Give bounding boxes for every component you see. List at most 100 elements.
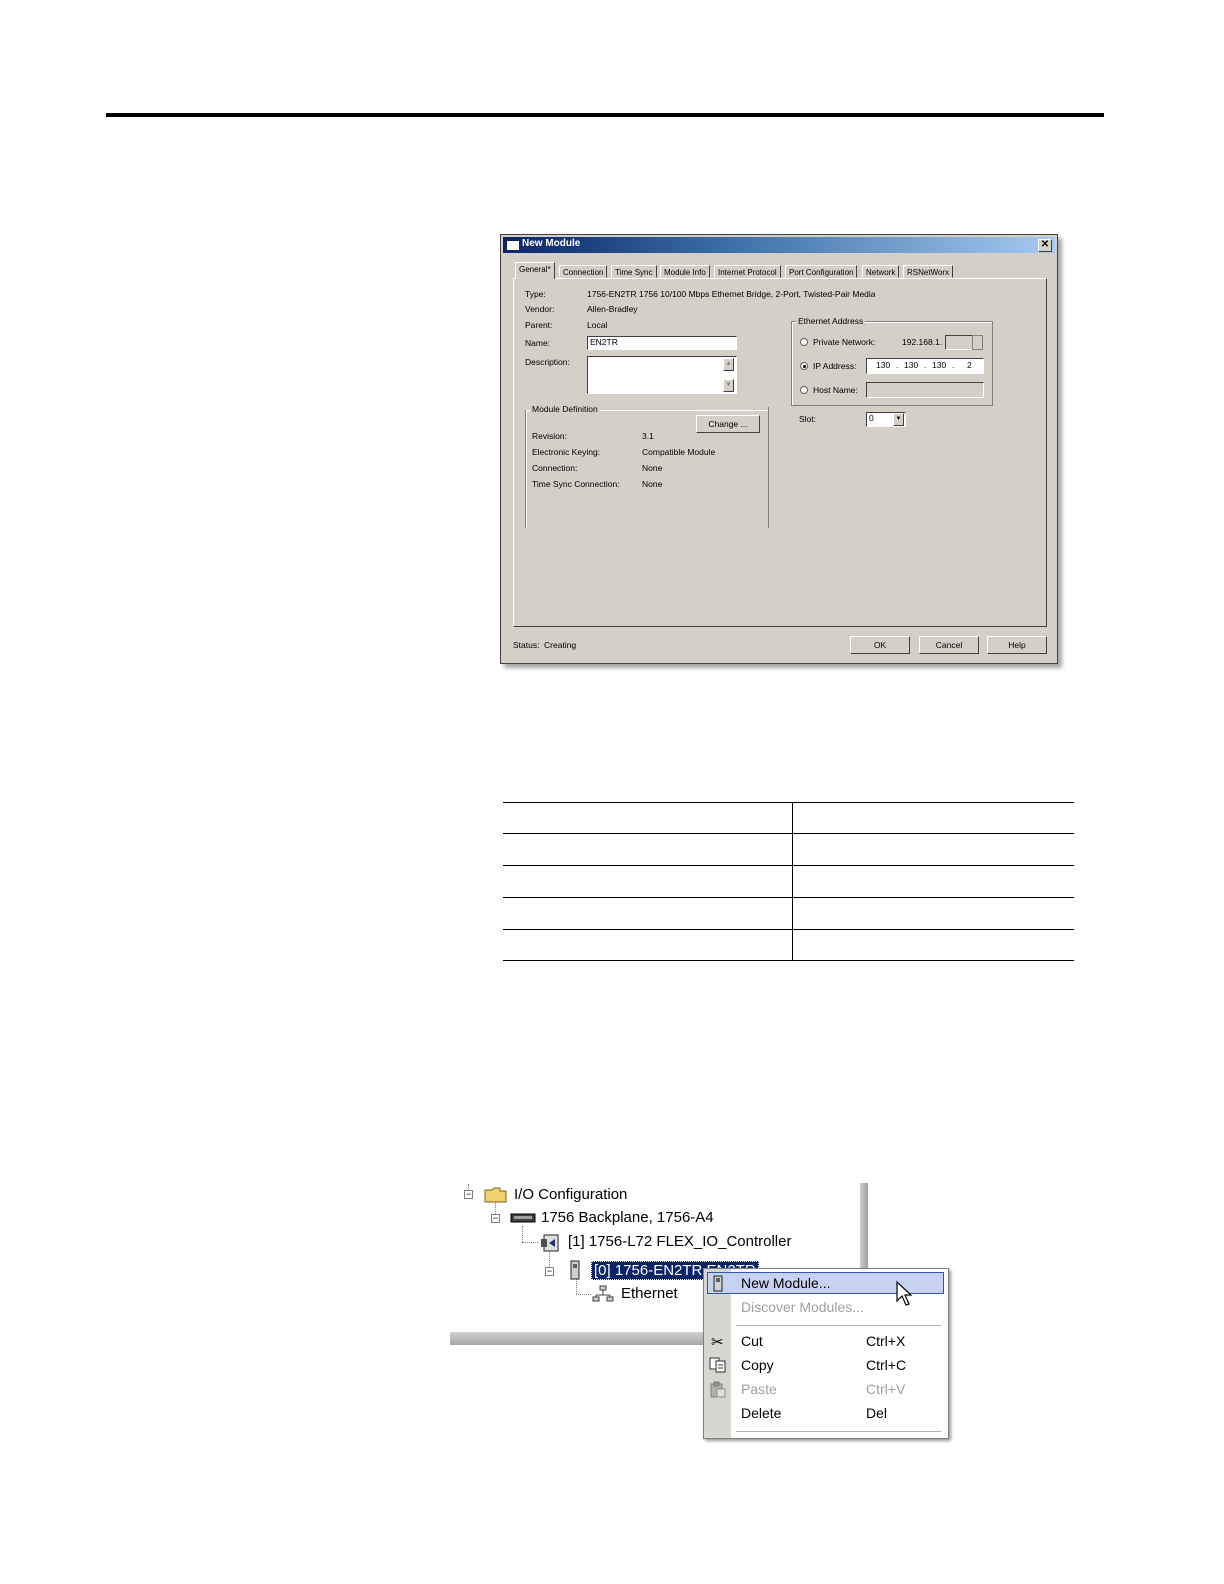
folder-icon	[484, 1187, 507, 1203]
controller-icon	[541, 1234, 559, 1252]
tab-module-info[interactable]: Module Info	[660, 265, 710, 278]
module-icon	[570, 1260, 580, 1280]
host-name-input[interactable]	[866, 382, 984, 398]
menu-item-copy-shortcut: Ctrl+C	[866, 1357, 907, 1373]
ip-dot: .	[924, 360, 927, 370]
collapse-icon[interactable]: −	[545, 1267, 554, 1276]
tab-port-configuration[interactable]: Port Configuration	[785, 265, 858, 278]
cursor-arrow-icon	[896, 1280, 913, 1306]
tree-connector	[549, 1252, 550, 1267]
host-name-radio[interactable]	[800, 386, 808, 394]
menu-item-delete[interactable]: Delete	[741, 1405, 781, 1421]
tab-time-sync[interactable]: Time Sync	[611, 265, 657, 278]
description-label: Description:	[525, 357, 570, 367]
slot-label: Slot:	[799, 414, 817, 424]
name-label: Name:	[525, 338, 551, 348]
top-rule	[106, 113, 1104, 117]
time-sync-connection-label: Time Sync Connection:	[532, 479, 620, 489]
revision-value: 3.1	[642, 431, 654, 441]
menu-icon-strip	[704, 1269, 731, 1438]
group-divider	[768, 407, 769, 528]
connection-value: None	[642, 463, 663, 473]
host-name-label: Host Name:	[813, 385, 858, 395]
private-network-octet	[945, 335, 973, 350]
close-icon[interactable]: ✕	[1038, 239, 1052, 252]
menu-separator	[736, 1431, 941, 1432]
ip-address-label: IP Address:	[813, 361, 857, 371]
menu-item-paste-shortcut: Ctrl+V	[866, 1381, 906, 1397]
menu-item-copy[interactable]: Copy	[741, 1357, 774, 1373]
collapse-icon[interactable]: −	[491, 1214, 500, 1223]
ok-button[interactable]: OK	[850, 636, 910, 654]
table-row-line	[503, 833, 1074, 834]
ethernet-address-label: Ethernet Address	[796, 316, 866, 326]
scroll-down-icon[interactable]: ▼	[723, 379, 734, 392]
tab-rsnetworx[interactable]: RSNetWorx	[903, 265, 954, 278]
private-network-prefix: 192.168.1.	[902, 337, 943, 347]
time-sync-connection-value: None	[642, 479, 663, 489]
vendor-label: Vendor:	[525, 304, 555, 314]
tab-internet-protocol[interactable]: Internet Protocol	[714, 265, 781, 278]
ip-octet-4: 2	[967, 360, 972, 370]
window-icon	[506, 240, 520, 251]
table-row-line	[503, 929, 1074, 930]
backplane-icon	[510, 1213, 536, 1223]
help-button[interactable]: Help	[987, 636, 1047, 654]
vendor-value: Allen-Bradley	[587, 304, 638, 314]
menu-item-paste[interactable]: Paste	[741, 1381, 777, 1397]
ip-octet-1: 130	[876, 360, 891, 370]
tab-network[interactable]: Network	[862, 265, 900, 278]
new-module-dialog: New Module ✕ General* Connection Time Sy…	[500, 234, 1058, 664]
tab-connection[interactable]: Connection	[559, 265, 608, 278]
description-textarea[interactable]	[587, 356, 737, 394]
ip-address-radio[interactable]	[800, 362, 808, 370]
type-value: 1756-EN2TR 1756 10/100 Mbps Ethernet Bri…	[587, 289, 876, 299]
tree-connector	[576, 1279, 577, 1294]
menu-item-cut[interactable]: Cut	[741, 1333, 763, 1349]
name-input[interactable]: EN2TR	[587, 336, 737, 350]
scroll-up-icon[interactable]: ▲	[723, 358, 734, 371]
private-network-label: Private Network:	[813, 337, 876, 347]
revision-label: Revision:	[532, 431, 567, 441]
connection-label: Connection:	[532, 463, 578, 473]
ip-octet-3: 130	[932, 360, 947, 370]
tree-item-io-configuration[interactable]: I/O Configuration	[514, 1186, 627, 1203]
cancel-button[interactable]: Cancel	[919, 636, 979, 654]
electronic-keying-value: Compatible Module	[642, 447, 716, 457]
network-icon	[592, 1285, 614, 1302]
type-label: Type:	[525, 289, 546, 299]
parent-value: Local	[587, 320, 608, 330]
menu-separator	[736, 1325, 941, 1326]
tab-general[interactable]: General*	[515, 262, 555, 279]
menu-item-new-module-label: New Module...	[741, 1275, 831, 1291]
tree-connector	[522, 1226, 523, 1242]
dialog-title-bar[interactable]: New Module ✕	[503, 237, 1055, 253]
collapse-icon[interactable]: −	[464, 1190, 473, 1199]
table-row-line	[503, 802, 1074, 803]
menu-item-cut-shortcut: Ctrl+X	[866, 1333, 906, 1349]
dialog-title: New Module	[522, 238, 581, 249]
menu-item-delete-shortcut: Del	[866, 1405, 888, 1421]
menu-item-discover-modules[interactable]: Discover Modules...	[741, 1299, 864, 1315]
private-network-spinner	[972, 335, 983, 350]
table-row-line	[503, 865, 1074, 866]
table-row-line	[503, 897, 1074, 898]
electronic-keying-label: Electronic Keying:	[532, 447, 601, 457]
copy-icon	[709, 1357, 726, 1373]
change-button[interactable]: Change ...	[696, 415, 760, 433]
table-row-line	[503, 960, 1074, 961]
status-label: Status:	[513, 640, 540, 650]
tree-item-controller[interactable]: [1] 1756-L72 FLEX_IO_Controller	[568, 1233, 791, 1250]
chevron-down-icon[interactable]: ▼	[893, 413, 904, 426]
table-column-divider	[792, 802, 793, 960]
tree-item-ethernet[interactable]: Ethernet	[621, 1285, 678, 1302]
tree-connector	[522, 1242, 538, 1243]
module-definition-label: Module Definition	[530, 404, 600, 414]
module-icon	[713, 1275, 723, 1292]
status-value: Creating	[544, 640, 577, 650]
parent-label: Parent:	[525, 320, 553, 330]
scissors-icon: ✂	[711, 1334, 724, 1351]
tree-item-backplane[interactable]: 1756 Backplane, 1756-A4	[541, 1209, 714, 1226]
private-network-radio[interactable]	[800, 338, 808, 346]
tree-connector	[576, 1294, 591, 1295]
